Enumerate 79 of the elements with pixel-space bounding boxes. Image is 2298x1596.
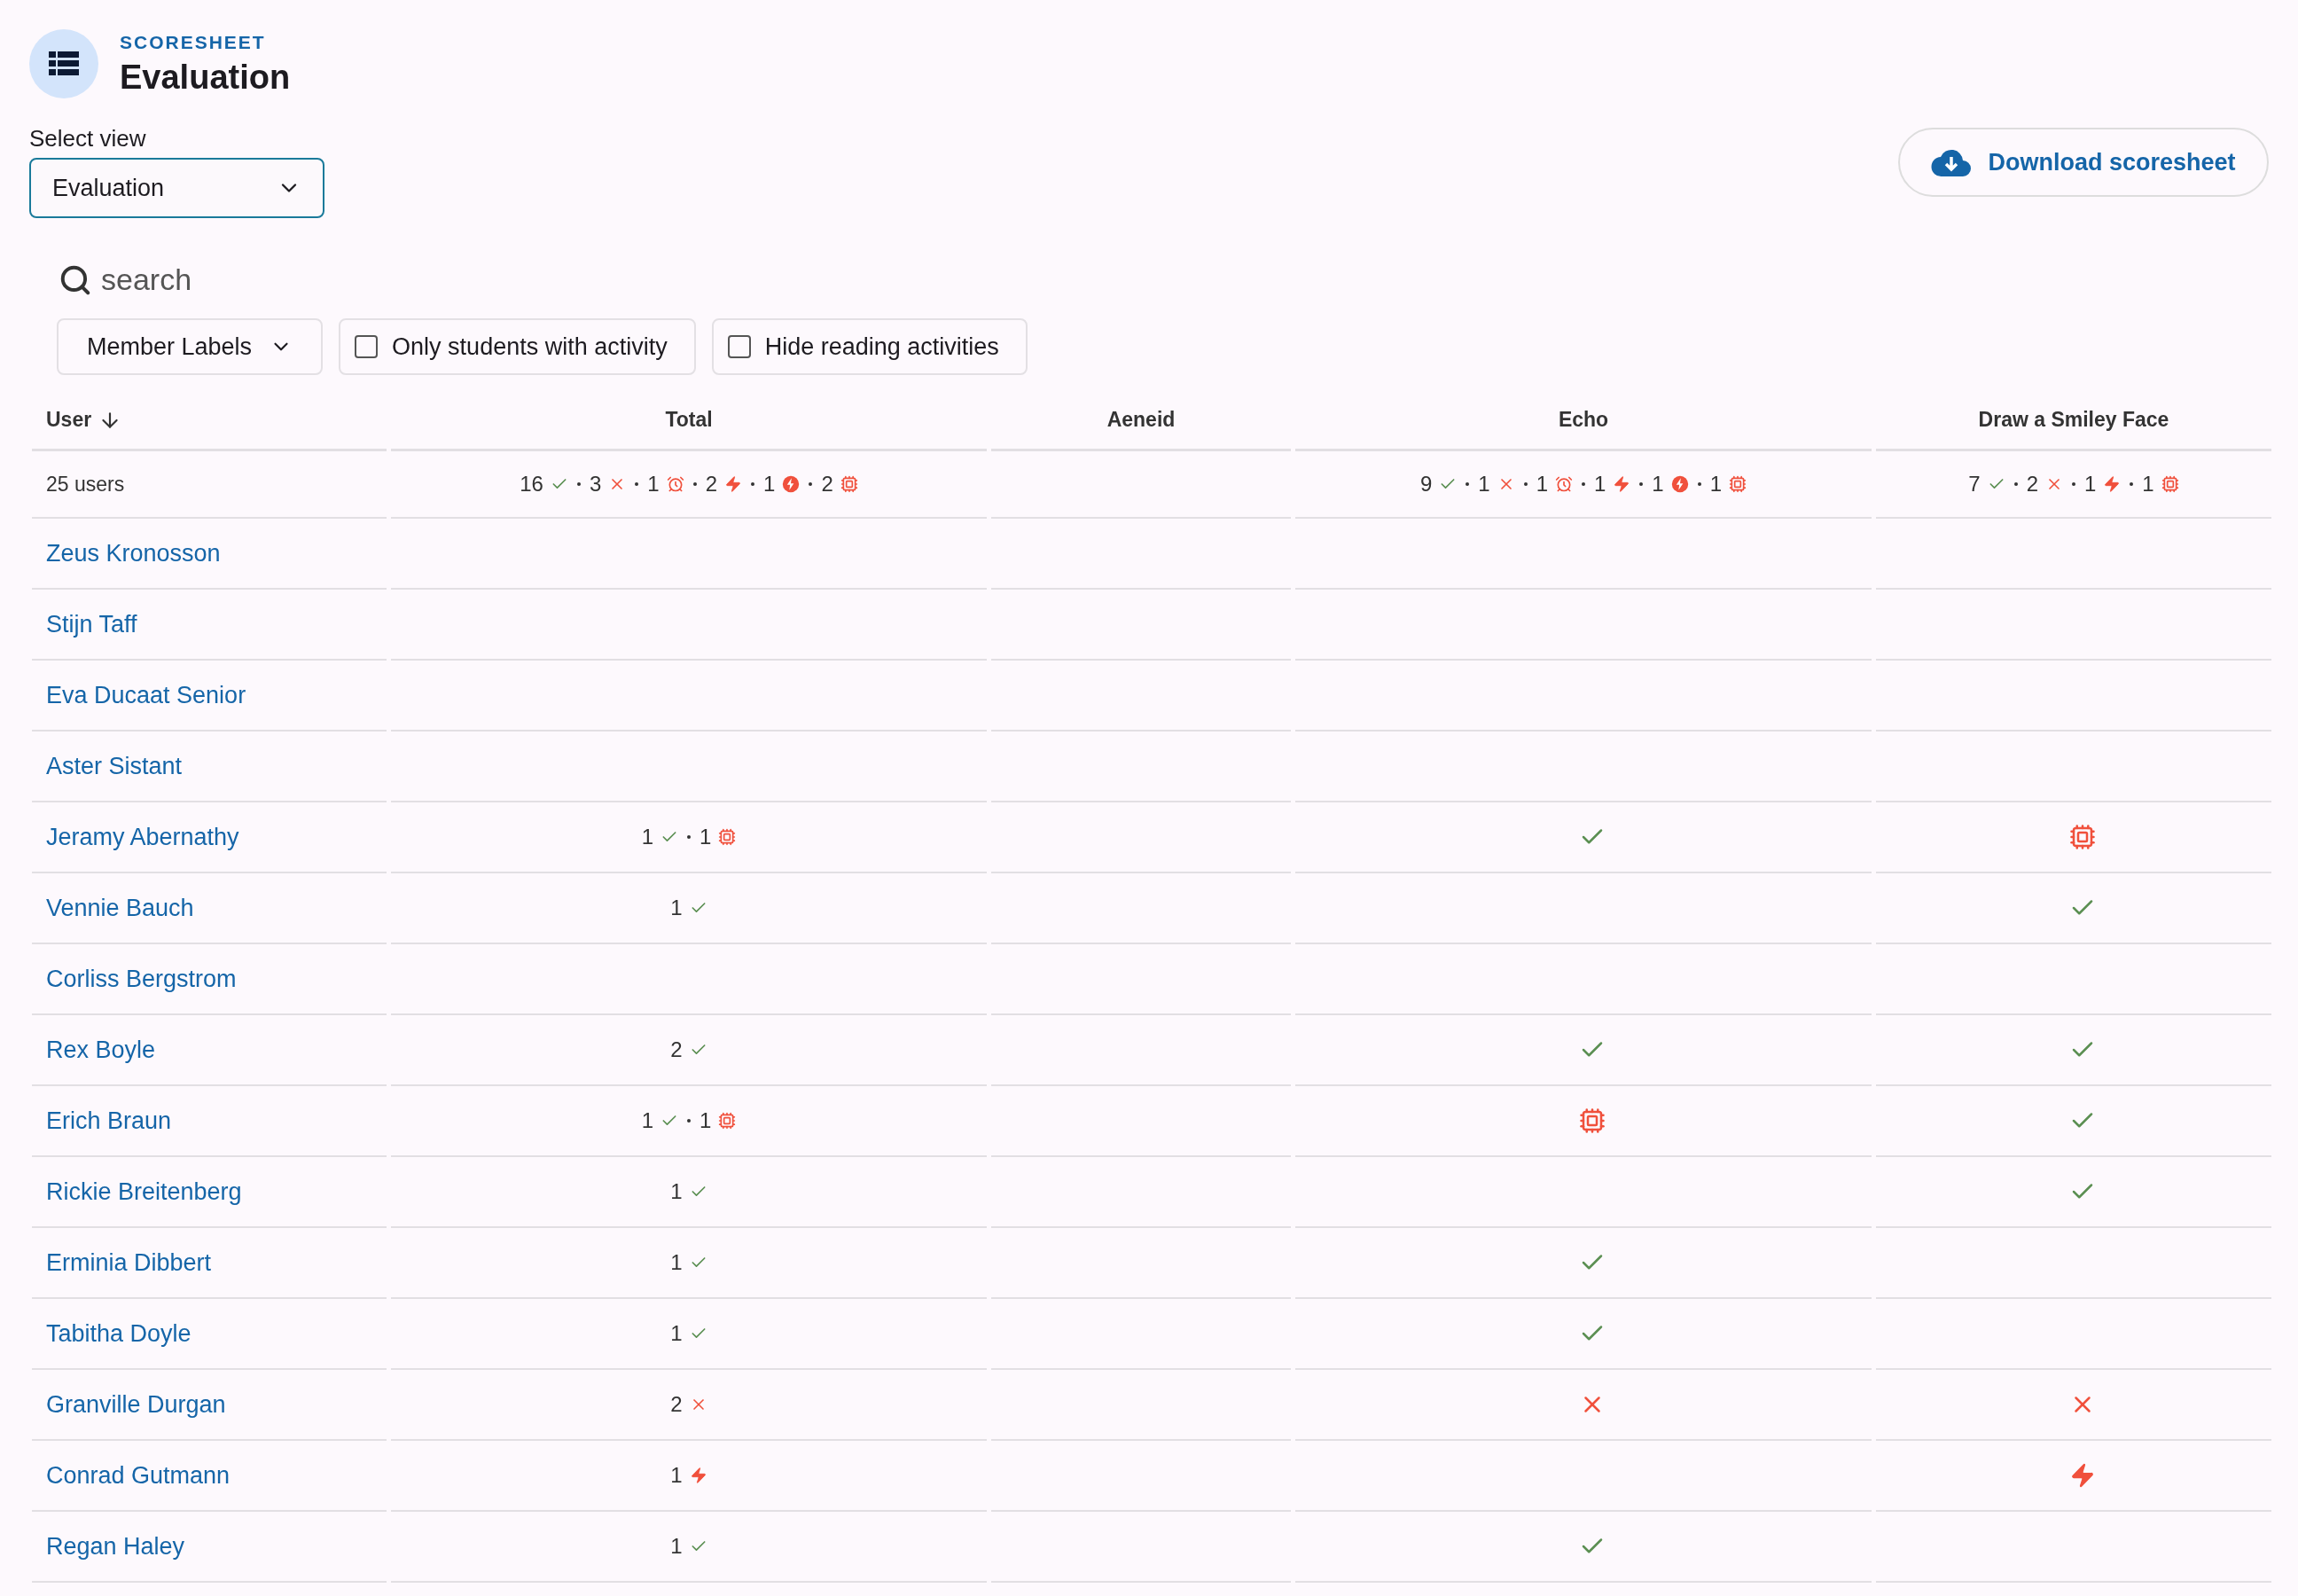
user-link[interactable]: Granville Durgan [46, 1386, 226, 1423]
user-link[interactable]: Regan Haley [46, 1528, 185, 1565]
count-text: 1 [1652, 471, 1664, 497]
chip-icon [1579, 1107, 1606, 1134]
count-text: 7 [1968, 471, 1981, 497]
user-link[interactable]: Stijn Taff [46, 606, 137, 643]
view-select[interactable]: Evaluation [29, 158, 324, 218]
user-link[interactable]: Corliss Bergstrom [46, 960, 237, 998]
count-text: 1 [647, 471, 660, 497]
count-text: 1 [700, 1107, 712, 1134]
lightning-icon [724, 475, 743, 493]
count-text: 2 [670, 1037, 683, 1063]
chip-icon [840, 475, 858, 493]
chip-icon [718, 828, 737, 846]
user-link[interactable]: Tabitha Doyle [46, 1315, 192, 1352]
count-text: 1 [670, 1178, 683, 1205]
count-text: 1 [1594, 471, 1606, 497]
count-text: 1 [641, 1107, 653, 1134]
count-text: 1 [2084, 471, 2097, 497]
user-link[interactable]: Rex Boyle [46, 1031, 156, 1068]
checkbox[interactable] [727, 335, 751, 358]
filter-toggle[interactable]: Hide reading activities [711, 318, 1028, 375]
user-link[interactable]: Zeus Kronosson [46, 535, 221, 572]
lightning-icon [689, 1467, 707, 1484]
column-header[interactable]: Draw a Smiley Face [1978, 404, 2169, 435]
count-text: 2 [705, 471, 718, 497]
chip-icon [1729, 475, 1747, 493]
lightning-icon [2069, 1462, 2096, 1489]
checkbox-label: Hide reading activities [764, 332, 999, 362]
count-text: 2 [2026, 471, 2038, 497]
user-link[interactable]: Erminia Dibbert [46, 1244, 212, 1281]
chip-icon [2069, 824, 2096, 850]
page-title: Evaluation [120, 57, 291, 98]
user-link[interactable]: Conrad Gutmann [46, 1457, 231, 1494]
chip-icon [2161, 475, 2179, 493]
alarm-clock-icon [666, 475, 684, 493]
column-header[interactable]: Total [665, 404, 713, 435]
chip-icon [718, 1112, 737, 1130]
count-text: 1 [1709, 471, 1723, 497]
count-text: 1 [1536, 471, 1548, 497]
count-text: 1 [670, 1320, 683, 1347]
lightning-icon [1613, 475, 1631, 493]
count-text: 16 [520, 471, 543, 497]
lightning-circle-icon [1670, 475, 1689, 493]
count-text: 1 [670, 1249, 683, 1276]
count-text: 2 [670, 1391, 683, 1418]
user-count: 25 users [46, 471, 125, 497]
user-link[interactable]: Jeramy Abernathy [46, 818, 239, 856]
count-text: 1 [670, 895, 683, 921]
lightning-circle-icon [782, 475, 801, 493]
count-text: 1 [700, 824, 712, 850]
search-field[interactable]: search [101, 257, 544, 302]
page-overline: SCORESHEET [120, 31, 267, 54]
count-text: 1 [1478, 471, 1490, 497]
count-text: 1 [670, 1462, 683, 1489]
count-text: 2 [821, 471, 833, 497]
column-header[interactable]: User [46, 404, 92, 435]
select-label: Select view [29, 124, 147, 153]
count-text: 3 [589, 471, 602, 497]
filter-toggle[interactable]: Only students with activity [339, 318, 696, 375]
column-header[interactable]: Echo [1558, 404, 1609, 435]
count-text: 1 [2142, 471, 2154, 497]
count-text: 9 [1419, 471, 1433, 497]
column-header[interactable]: Aeneid [1106, 404, 1176, 435]
checkbox[interactable] [355, 335, 379, 358]
labels-dropdown[interactable]: Member Labels [57, 318, 324, 375]
user-link[interactable]: Erich Braun [46, 1102, 172, 1139]
alarm-clock-icon [1555, 475, 1573, 493]
count-text: 1 [641, 824, 653, 850]
lightning-icon [2103, 475, 2122, 493]
download-button[interactable]: Download scoresheet [1898, 128, 2269, 197]
checkbox-label: Only students with activity [392, 332, 668, 362]
count-text: 1 [670, 1533, 683, 1560]
user-link[interactable]: Rickie Breitenberg [46, 1173, 242, 1210]
cloud-download-icon [1931, 147, 1973, 177]
count-text: 1 [763, 471, 776, 497]
user-link[interactable]: Vennie Bauch [46, 889, 194, 927]
user-link[interactable]: Eva Ducaat Senior [46, 677, 246, 714]
user-link[interactable]: Aster Sistant [46, 747, 183, 785]
